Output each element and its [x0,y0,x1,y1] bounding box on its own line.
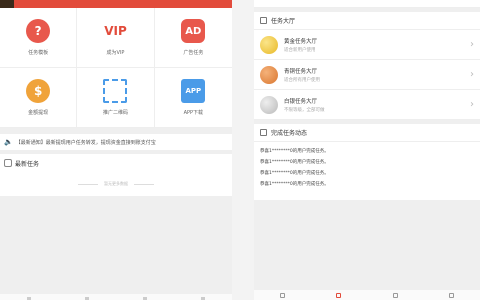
list-item: 恭喜1********0的用户完成任务。 [260,160,329,165]
latest-tasks-label: 最新任务 [15,160,40,168]
grid-item-ad-task[interactable]: AD 广告任务 [154,8,232,68]
question-icon: ? [26,19,51,43]
app-screenshot: ? 任务模板 VIP 成为VIP AD 广告任务 $ 金额提现 推广二维码 AP… [0,0,480,300]
bronze-medal-icon [260,65,278,84]
hall-title: 白银任务大厅 [284,98,318,105]
tab-icon-tasks[interactable] [336,292,342,298]
task-hall-screen: 任务大厅 黄金任务大厅 适合新用户使用 › 青铜任务大厅 适合所有用户使用 › [254,0,480,300]
divider [78,183,98,185]
hall-subtitle: 适合新用户使用 [284,47,316,53]
list-item: 恭喜1********0的用户完成任务。 [260,149,329,154]
task-records-list: 恭喜1********0的用户完成任务。 恭喜1********0的用户完成任务… [254,142,480,200]
bottom-tab-bar [254,290,480,300]
app-icon: APP [181,79,206,103]
grid-item-label: 金额提现 [28,110,49,116]
tab-icon-home[interactable] [279,292,285,298]
grid-item-label: 成为VIP [106,50,125,56]
chevron-right-icon: › [470,39,474,50]
task-records-header: 完成任务动态 [254,124,480,142]
silver-medal-icon [260,95,278,114]
no-more-data: 暂无更多数据 [0,172,232,196]
no-more-data-text: 暂无更多数据 [104,181,128,186]
bottom-tab-bar [0,294,232,300]
chevron-right-icon: › [470,99,474,110]
grid-item-task-template[interactable]: ? 任务模板 [0,8,78,68]
hall-item-silver[interactable]: 白银任务大厅 不限等级，全部可做 › [254,90,480,120]
hall-title: 黄金任务大厅 [284,38,318,45]
list-icon [4,159,12,167]
latest-tasks-header: 最新任务 [0,154,232,172]
grid-item-qr-code[interactable]: 推广二维码 [77,68,155,128]
grid-item-label: 推广二维码 [102,110,128,116]
list-item: 恭喜1********0的用户完成任务。 [260,182,329,187]
grid-item-become-vip[interactable]: VIP 成为VIP [77,8,155,68]
hall-subtitle: 不限等级，全部可做 [284,107,325,113]
task-records-title: 完成任务动态 [271,130,308,137]
ad-icon: AD [181,19,206,43]
gold-medal-icon [260,35,278,54]
grid-item-label: 广告任务 [183,50,204,56]
records-icon [260,129,267,136]
speaker-icon: 🔈 [4,138,13,146]
task-records-section: 完成任务动态 恭喜1********0的用户完成任务。 恭喜1********0… [254,124,480,200]
top-bar [254,0,480,8]
task-hall-icon [260,17,267,24]
notice-bar[interactable]: 🔈 【最新通知】最新提现用户任务转发，提现资金直接到账支付宝 [0,134,232,150]
grid-item-label: APP下载 [183,110,204,116]
tab-icon-me[interactable] [449,292,455,298]
grid-item-label: 任务模板 [28,50,49,56]
notice-text: 【最新通知】最新提现用户任务转发，提现资金直接到账支付宝 [15,139,156,146]
qr-scan-icon [103,79,128,103]
task-hall-header: 任务大厅 [254,12,480,30]
grid-item-app-download[interactable]: APP APP下载 [154,68,232,128]
task-hall-title: 任务大厅 [271,18,296,25]
home-screen: ? 任务模板 VIP 成为VIP AD 广告任务 $ 金额提现 推广二维码 AP… [0,0,232,300]
hall-item-gold[interactable]: 黄金任务大厅 适合新用户使用 › [254,30,480,60]
hall-subtitle: 适合所有用户使用 [284,77,320,83]
top-banner [0,0,232,8]
vip-badge-icon: VIP [104,24,127,38]
hall-title: 青铜任务大厅 [284,68,318,75]
feature-grid: ? 任务模板 VIP 成为VIP AD 广告任务 $ 金额提现 推广二维码 AP… [0,8,232,128]
chevron-right-icon: › [470,69,474,80]
task-hall-section: 任务大厅 黄金任务大厅 适合新用户使用 › 青铜任务大厅 适合所有用户使用 › [254,12,480,120]
money-bag-icon: $ [26,79,51,103]
banner-image-fragment [0,0,14,8]
tab-icon-team[interactable] [392,292,398,298]
list-item: 恭喜1********0的用户完成任务。 [260,171,329,176]
divider [134,183,154,185]
grid-item-withdraw[interactable]: $ 金额提现 [0,68,78,128]
hall-item-bronze[interactable]: 青铜任务大厅 适合所有用户使用 › [254,60,480,90]
